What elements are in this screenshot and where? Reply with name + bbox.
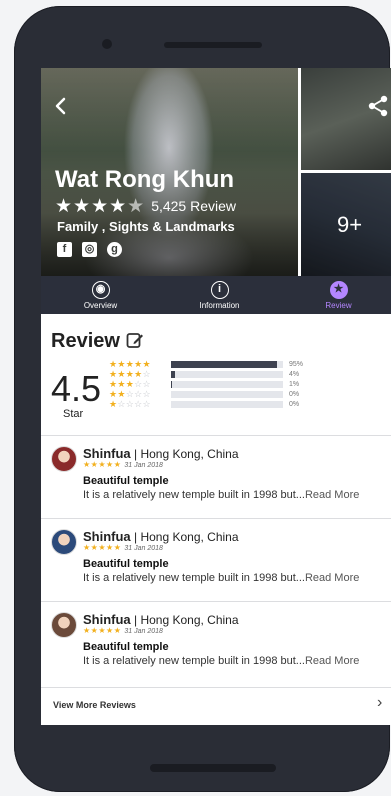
review-item[interactable]: Shinfua | Hong Kong, China ★★★★★ 31 Jan 2… <box>41 519 391 601</box>
read-more-link[interactable]: Read More <box>305 655 359 667</box>
bar-track <box>171 391 283 399</box>
bar-track <box>171 371 283 379</box>
review-title: Beautiful temple <box>83 558 169 570</box>
review-title: Beautiful temple <box>83 641 169 653</box>
share-icon[interactable] <box>367 94 389 118</box>
reviewer-location: | Hong Kong, China <box>130 613 239 627</box>
rating-bar-5: ★★★★★ 95% <box>109 360 389 370</box>
rating-bar-4: ★★★★☆ 4% <box>109 370 389 380</box>
place-rating: ★★★★★ 5,425 Review <box>55 195 236 217</box>
tab-overview[interactable]: ◉ Overview <box>41 276 160 314</box>
star-icon: ★ <box>329 280 348 299</box>
review-stars-icon: ★★★★★ 31 Jan 2018 <box>83 543 163 552</box>
reviewer-location: | Hong Kong, China <box>130 530 239 544</box>
bar-stars-icon: ★★★★☆ <box>109 369 151 380</box>
reviewer-name[interactable]: Shinfua <box>83 612 131 627</box>
rating-bar-1: ★☆☆☆☆ 0% <box>109 400 389 410</box>
speaker-grille <box>164 42 262 48</box>
tab-label: Overview <box>83 300 118 310</box>
review-stars-icon: ★★★★★ 31 Jan 2018 <box>83 626 163 635</box>
app-screen: 9+ Wat Rong Khun ★★★★★ 5,425 Review Fami… <box>41 68 391 725</box>
avatar[interactable] <box>51 612 77 638</box>
phone-frame: 9+ Wat Rong Khun ★★★★★ 5,425 Review Fami… <box>14 6 391 792</box>
tab-label: Information <box>199 300 240 310</box>
front-camera <box>102 39 112 49</box>
facebook-icon[interactable]: f <box>57 242 72 257</box>
review-body: It is a relatively new temple built in 1… <box>83 489 360 501</box>
back-arrow-icon[interactable] <box>51 94 71 118</box>
more-photos-count[interactable]: 9+ <box>301 212 391 238</box>
rating-stars-icon: ★★★★★ <box>55 195 146 217</box>
place-category: Family , Sights & Landmarks <box>57 219 235 234</box>
rating-bar-2: ★★☆☆☆ 0% <box>109 390 389 400</box>
review-item[interactable]: Shinfua | Hong Kong, China ★★★★★ 31 Jan 2… <box>41 436 391 518</box>
review-date: 31 Jan 2018 <box>124 545 163 552</box>
hero-side-photo[interactable] <box>301 68 391 170</box>
reviewer-name[interactable]: Shinfua <box>83 529 131 544</box>
bar-stars-icon: ★★☆☆☆ <box>109 389 151 400</box>
section-tabs: ◉ Overview i Information ★ Review <box>41 276 391 314</box>
review-body: It is a relatively new temple built in 1… <box>83 655 360 667</box>
reviewer-location: | Hong Kong, China <box>130 447 239 461</box>
bar-track <box>171 361 283 369</box>
bar-stars-icon: ★★★☆☆ <box>109 379 151 390</box>
bar-percent: 1% <box>289 381 300 389</box>
review-heading: Review <box>51 330 120 352</box>
average-score: 4.5 <box>51 368 102 409</box>
edit-icon[interactable] <box>126 331 144 349</box>
home-bar <box>150 764 276 772</box>
bar-fill <box>171 361 278 369</box>
info-icon: i <box>210 280 229 299</box>
reviewer-line: Shinfua | Hong Kong, China <box>83 612 239 627</box>
review-date: 31 Jan 2018 <box>124 462 163 469</box>
place-title: Wat Rong Khun <box>55 166 235 193</box>
bar-percent: 0% <box>289 401 300 409</box>
rating-distribution: ★★★★★ 95% ★★★★☆ 4% ★★★☆☆ 1% ★★☆☆☆ 0% ★☆☆… <box>109 360 389 410</box>
reviewer-name[interactable]: Shinfua <box>83 446 131 461</box>
tab-label: Review <box>325 300 352 310</box>
reviewer-line: Shinfua | Hong Kong, China <box>83 529 239 544</box>
bar-stars-icon: ★★★★★ <box>109 359 151 370</box>
tab-review[interactable]: ★ Review <box>279 276 391 314</box>
hero-gallery: 9+ Wat Rong Khun ★★★★★ 5,425 Review Fami… <box>41 68 391 276</box>
bar-fill <box>171 371 176 379</box>
avatar[interactable] <box>51 529 77 555</box>
bar-track <box>171 381 283 389</box>
read-more-link[interactable]: Read More <box>305 489 359 501</box>
view-more-reviews-button[interactable]: View More Reviews › <box>41 688 391 725</box>
reviewer-line: Shinfua | Hong Kong, China <box>83 446 239 461</box>
bar-percent: 0% <box>289 391 300 399</box>
review-date: 31 Jan 2018 <box>124 628 163 635</box>
review-count[interactable]: 5,425 Review <box>151 198 236 214</box>
google-plus-icon[interactable]: g <box>107 242 122 257</box>
avatar[interactable] <box>51 446 77 472</box>
tab-information[interactable]: i Information <box>160 276 279 314</box>
bar-fill <box>171 381 173 389</box>
chevron-right-icon: › <box>377 694 383 711</box>
bar-percent: 4% <box>289 371 300 379</box>
read-more-link[interactable]: Read More <box>305 572 359 584</box>
rating-bar-3: ★★★☆☆ 1% <box>109 380 389 390</box>
bar-track <box>171 401 283 409</box>
review-body: It is a relatively new temple built in 1… <box>83 572 360 584</box>
bar-stars-icon: ★☆☆☆☆ <box>109 399 151 410</box>
instagram-icon[interactable]: ◎ <box>82 242 97 257</box>
review-item[interactable]: Shinfua | Hong Kong, China ★★★★★ 31 Jan 2… <box>41 602 391 684</box>
view-more-label: View More Reviews <box>53 700 136 710</box>
review-stars-icon: ★★★★★ 31 Jan 2018 <box>83 460 163 469</box>
eye-icon: ◉ <box>91 280 110 299</box>
review-title: Beautiful temple <box>83 475 169 487</box>
social-links: f ◎ g <box>57 242 122 257</box>
bar-percent: 95% <box>289 361 304 369</box>
score-label: Star <box>63 408 84 420</box>
